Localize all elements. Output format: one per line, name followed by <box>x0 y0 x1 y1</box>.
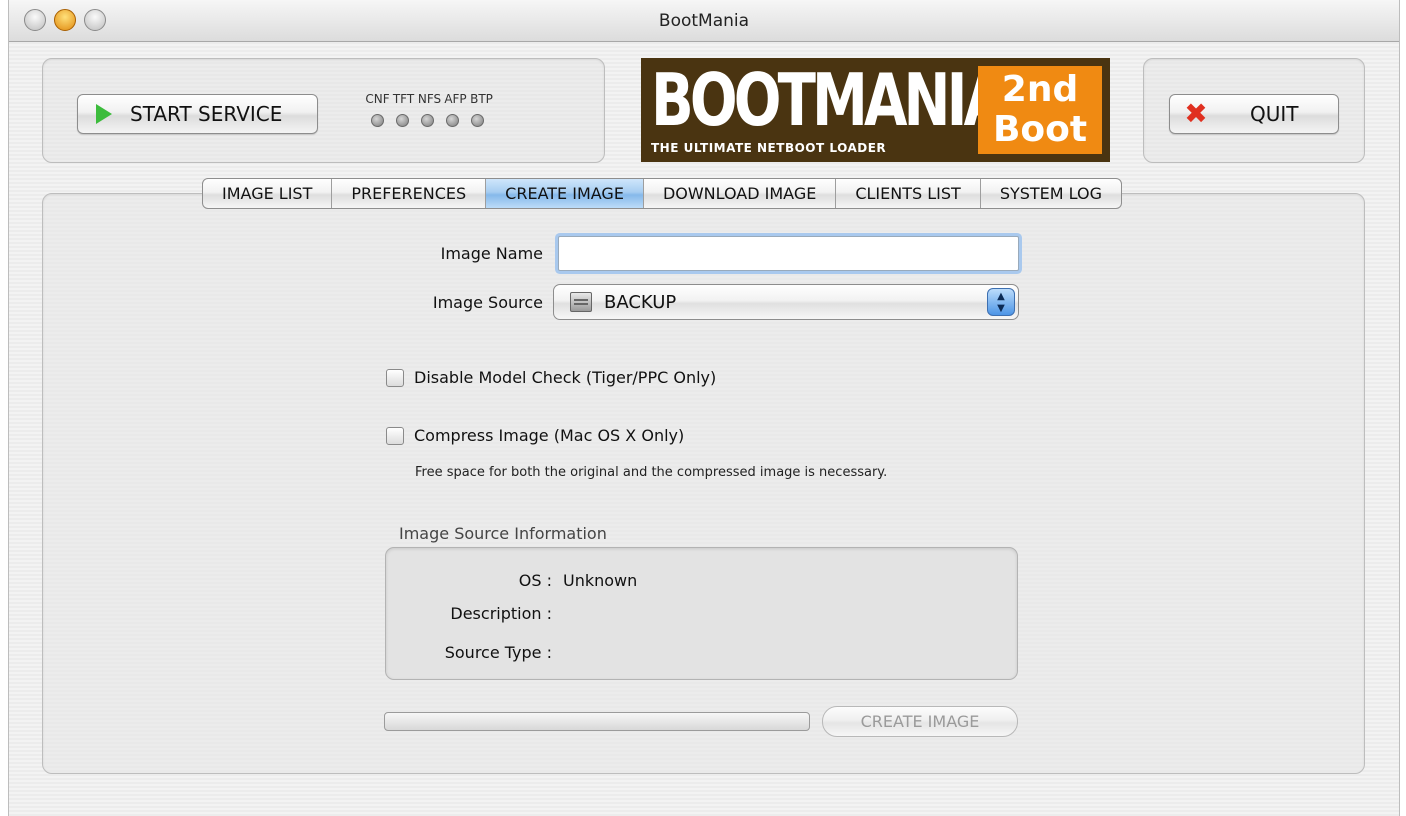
start-service-button[interactable]: START SERVICE <box>77 94 318 134</box>
bootmania-logo: BOOTMANIA THE ULTIMATE NETBOOT LOADER 2n… <box>641 58 1110 162</box>
led-label-cnf: CNF <box>365 92 390 106</box>
image-source-info-box: OS : Unknown Description : Source Type : <box>385 547 1018 680</box>
led-label-tft: TFT <box>392 92 415 106</box>
disable-model-check-label: Disable Model Check (Tiger/PPC Only) <box>414 368 717 387</box>
disk-icon <box>570 292 592 312</box>
led-btp-icon <box>471 114 484 127</box>
image-source-label: Image Source <box>432 293 543 312</box>
image-name-input[interactable] <box>558 236 1019 271</box>
logo-badge: 2nd Boot <box>978 66 1102 154</box>
os-value: Unknown <box>563 571 638 590</box>
led-nfs-icon <box>421 114 434 127</box>
quit-button[interactable]: ✖ QUIT <box>1169 94 1339 134</box>
disable-model-check-row[interactable]: Disable Model Check (Tiger/PPC Only) <box>386 368 716 387</box>
logo-subtitle: THE ULTIMATE NETBOOT LOADER <box>651 141 887 155</box>
led-tft-icon <box>396 114 409 127</box>
title-bar: BootMania <box>9 0 1399 42</box>
play-icon <box>96 104 112 124</box>
led-cnf-icon <box>371 114 384 127</box>
start-service-label: START SERVICE <box>130 102 283 126</box>
status-leds: CNF TFT NFS AFP BTP <box>365 92 565 127</box>
logo-badge-line1: 2nd <box>1001 69 1079 110</box>
tab-image-list[interactable]: IMAGE LIST <box>203 179 333 208</box>
tab-download-image[interactable]: DOWNLOAD IMAGE <box>644 179 837 208</box>
tab-clients-list[interactable]: CLIENTS LIST <box>836 179 981 208</box>
source-type-label: Source Type : <box>444 643 552 662</box>
compress-image-row[interactable]: Compress Image (Mac OS X Only) <box>386 426 684 445</box>
compress-image-label: Compress Image (Mac OS X Only) <box>414 426 685 445</box>
quit-label: QUIT <box>1250 102 1299 126</box>
led-label-afp: AFP <box>444 92 467 106</box>
compress-image-checkbox[interactable] <box>386 426 404 445</box>
logo-main-text: BOOTMANIA <box>651 58 1007 142</box>
up-down-arrows-icon: ▲ ▼ <box>987 288 1015 316</box>
image-source-value: BACKUP <box>604 291 677 313</box>
create-progress-bar <box>384 712 810 731</box>
description-label: Description : <box>450 604 552 623</box>
info-section-title: Image Source Information <box>399 524 607 543</box>
window-title: BootMania <box>658 11 750 31</box>
disable-model-check-checkbox[interactable] <box>386 368 404 387</box>
image-source-select[interactable]: BACKUP ▲ ▼ <box>553 284 1019 320</box>
image-name-label: Image Name <box>440 244 543 263</box>
create-image-panel <box>42 193 1365 774</box>
led-afp-icon <box>446 114 459 127</box>
logo-badge-line2: Boot <box>992 109 1088 150</box>
tab-create-image[interactable]: CREATE IMAGE <box>486 179 644 208</box>
close-x-icon: ✖ <box>1184 97 1208 130</box>
led-label-btp: BTP <box>470 92 493 106</box>
tab-preferences[interactable]: PREFERENCES <box>332 179 487 208</box>
create-image-button[interactable]: CREATE IMAGE <box>822 706 1018 737</box>
compress-note: Free space for both the original and the… <box>415 465 888 480</box>
tab-bar: IMAGE LIST PREFERENCES CREATE IMAGE DOWN… <box>202 178 1123 209</box>
os-label: OS : <box>518 571 552 590</box>
led-label-nfs: NFS <box>417 92 442 106</box>
tab-system-log[interactable]: SYSTEM LOG <box>981 179 1121 208</box>
